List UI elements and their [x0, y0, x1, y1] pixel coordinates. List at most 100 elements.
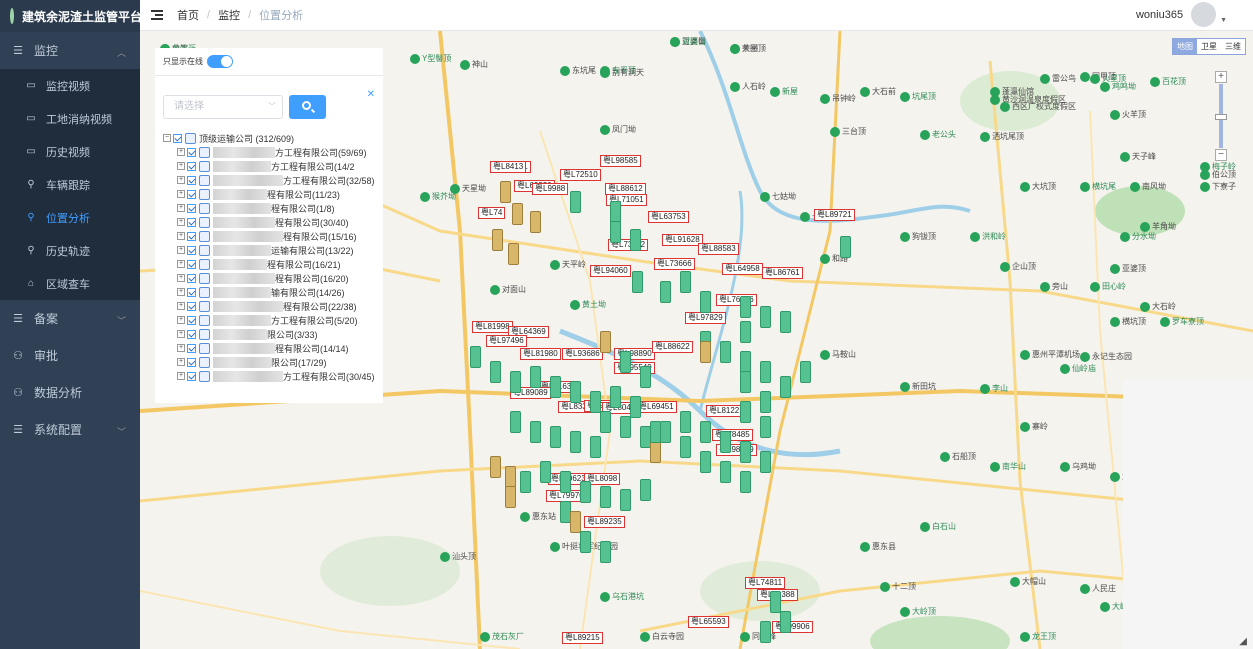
zoom-slider-handle[interactable]: [1215, 114, 1227, 120]
vehicle-plate-label[interactable]: 粤L97829: [685, 312, 726, 324]
expand-icon[interactable]: +: [177, 246, 185, 254]
vehicle-marker-icon[interactable]: [490, 456, 501, 478]
vehicle-marker-icon[interactable]: [510, 411, 521, 433]
map-poi-icon[interactable]: [1080, 352, 1090, 362]
map-poi-icon[interactable]: [600, 68, 610, 78]
map-poi-icon[interactable]: [1110, 472, 1120, 482]
vehicle-plate-label[interactable]: 粤L97496: [486, 335, 527, 347]
vehicle-plate-label[interactable]: 粤L98585: [600, 155, 641, 167]
map-poi-icon[interactable]: [420, 192, 430, 202]
map-poi-icon[interactable]: [1020, 422, 1030, 432]
map-poi-icon[interactable]: [820, 94, 830, 104]
map-poi-icon[interactable]: [760, 192, 770, 202]
expand-icon[interactable]: +: [177, 316, 185, 324]
tree-company-node[interactable]: + 程有限公司(16/20): [163, 271, 375, 285]
tree-company-node[interactable]: + 程有限公司(30/40): [163, 215, 375, 229]
vehicle-marker-icon[interactable]: [800, 361, 811, 383]
vehicle-marker-icon[interactable]: [590, 391, 601, 413]
tree-checkbox[interactable]: [187, 343, 196, 353]
tree-company-node[interactable]: + 方工程有限公司(14/2: [163, 159, 375, 173]
vehicle-marker-icon[interactable]: [620, 416, 631, 438]
expand-icon[interactable]: +: [177, 302, 185, 310]
vehicle-plate-label[interactable]: 粤L89721: [814, 209, 855, 221]
tree-checkbox[interactable]: [187, 329, 196, 339]
tree-company-node[interactable]: + 方工程有限公司(5/20): [163, 313, 375, 327]
map-poi-icon[interactable]: [830, 127, 840, 137]
map-poi-icon[interactable]: [900, 92, 910, 102]
map-poi-icon[interactable]: [1140, 302, 1150, 312]
vehicle-marker-icon[interactable]: [520, 471, 531, 493]
map-poi-icon[interactable]: [1020, 182, 1030, 192]
avatar[interactable]: [1191, 2, 1217, 27]
vehicle-plate-label[interactable]: 粤L8122: [706, 405, 743, 417]
map-type-satellite[interactable]: 卫星: [1197, 39, 1221, 54]
map-poi-icon[interactable]: [670, 37, 680, 47]
map-poi-icon[interactable]: [550, 260, 560, 270]
vehicle-marker-icon[interactable]: [512, 203, 523, 225]
search-button[interactable]: [289, 95, 326, 119]
vehicle-marker-icon[interactable]: [780, 611, 791, 633]
sidebar-item-location-analysis[interactable]: ⚲ 位置分析: [0, 201, 140, 234]
vehicle-marker-icon[interactable]: [550, 426, 561, 448]
vehicle-plate-label[interactable]: 粤L65593: [688, 616, 729, 628]
map-poi-icon[interactable]: [920, 130, 930, 140]
vehicle-marker-icon[interactable]: [600, 331, 611, 353]
vehicle-marker-icon[interactable]: [570, 191, 581, 213]
vehicle-marker-icon[interactable]: [760, 621, 771, 643]
vehicle-marker-icon[interactable]: [508, 243, 519, 265]
vehicle-marker-icon[interactable]: [720, 341, 731, 363]
vehicle-plate-label[interactable]: 粤L88622: [652, 341, 693, 353]
map-poi-icon[interactable]: [1150, 77, 1160, 87]
sidebar-item-monitor-video[interactable]: ▭ 监控视频: [0, 69, 140, 102]
map-poi-icon[interactable]: [990, 95, 1000, 105]
tree-checkbox[interactable]: [187, 231, 196, 241]
vehicle-marker-icon[interactable]: [620, 351, 631, 373]
company-select[interactable]: 请选择 ﹀: [163, 95, 283, 119]
vehicle-marker-icon[interactable]: [740, 296, 751, 318]
vehicle-marker-icon[interactable]: [630, 396, 641, 418]
tree-company-node[interactable]: + 方工程有限公司(59/69): [163, 145, 375, 159]
map-poi-icon[interactable]: [1060, 462, 1070, 472]
vehicle-marker-icon[interactable]: [700, 421, 711, 443]
vehicle-marker-icon[interactable]: [640, 366, 651, 388]
expand-icon[interactable]: +: [177, 190, 185, 198]
tree-checkbox[interactable]: [187, 371, 196, 381]
tree-company-node[interactable]: + 限公司(17/29): [163, 355, 375, 369]
map-poi-icon[interactable]: [570, 300, 580, 310]
vehicle-marker-icon[interactable]: [760, 361, 771, 383]
expand-icon[interactable]: +: [177, 260, 185, 268]
map-poi-icon[interactable]: [980, 384, 990, 394]
vehicle-marker-icon[interactable]: [580, 531, 591, 553]
vehicle-marker-icon[interactable]: [680, 271, 691, 293]
map-poi-icon[interactable]: [1010, 577, 1020, 587]
map-poi-icon[interactable]: [730, 44, 740, 54]
map-poi-icon[interactable]: [1090, 282, 1100, 292]
map-poi-icon[interactable]: [1090, 74, 1100, 84]
vehicle-marker-icon[interactable]: [680, 411, 691, 433]
map-canvas[interactable]: 黄竹沥亚婆髻大平顶Y型髻顶神山东坑尾东平顶别有洞天人石岭新屋吊钟岭大石前坑尾顶蓬…: [140, 31, 1253, 649]
map-type-3d[interactable]: 三维: [1221, 39, 1245, 54]
vehicle-marker-icon[interactable]: [720, 431, 731, 453]
map-poi-icon[interactable]: [980, 132, 990, 142]
map-poi-icon[interactable]: [1000, 102, 1010, 112]
vehicle-marker-icon[interactable]: [720, 461, 731, 483]
online-only-switch[interactable]: [207, 55, 233, 68]
map-poi-icon[interactable]: [940, 452, 950, 462]
menu-group-approval[interactable]: ⚇ 审批: [0, 337, 140, 374]
vehicle-marker-icon[interactable]: [700, 291, 711, 313]
vehicle-marker-icon[interactable]: [510, 371, 521, 393]
vehicle-plate-label[interactable]: 粤L69451: [636, 401, 677, 413]
vehicle-marker-icon[interactable]: [610, 201, 621, 223]
vehicle-marker-icon[interactable]: [530, 211, 541, 233]
sidebar-item-history-video[interactable]: ▭ 历史视频: [0, 135, 140, 168]
map-poi-icon[interactable]: [1200, 170, 1210, 180]
map-poi-icon[interactable]: [1200, 182, 1210, 192]
tree-company-node[interactable]: + 程有限公司(22/38): [163, 299, 375, 313]
vehicle-marker-icon[interactable]: [660, 421, 671, 443]
breadcrumb-monitor[interactable]: 监控: [218, 7, 240, 23]
vehicle-plate-label[interactable]: 粤L72510: [560, 169, 601, 181]
expand-icon[interactable]: +: [177, 232, 185, 240]
hamburger-menu-icon[interactable]: [151, 10, 163, 20]
map-poi-icon[interactable]: [900, 232, 910, 242]
vehicle-marker-icon[interactable]: [550, 376, 561, 398]
